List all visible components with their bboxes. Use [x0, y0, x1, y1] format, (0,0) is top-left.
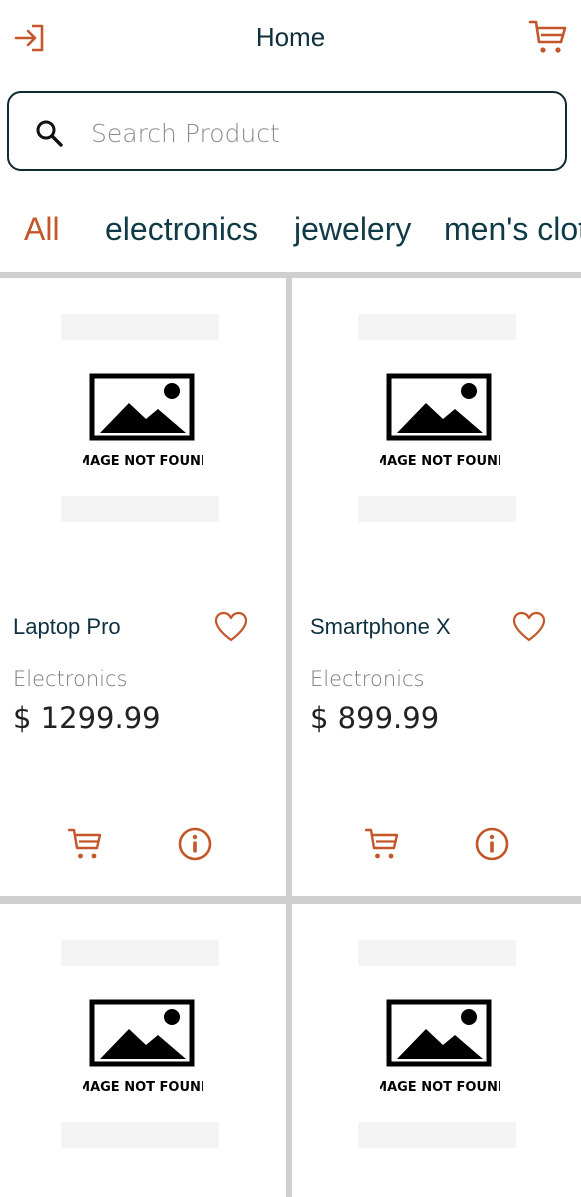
product-card[interactable]: IMAGE NOT FOUND: [292, 904, 581, 1197]
image-placeholder-bar: [358, 314, 516, 340]
tab-jewelery[interactable]: jewelery: [294, 211, 411, 248]
tab-all[interactable]: All: [24, 211, 60, 248]
heart-icon[interactable]: [214, 611, 248, 643]
tab-mens-clothing[interactable]: men's clothing: [444, 211, 581, 248]
category-tabs: All electronics jewelery men's clothing: [0, 205, 581, 261]
search-input[interactable]: [89, 111, 533, 155]
image-placeholder-bar: [61, 1122, 219, 1148]
image-not-found-label: IMAGE NOT FOUND: [380, 454, 500, 469]
add-to-cart-icon[interactable]: [67, 826, 103, 862]
image-not-found-icon: IMAGE NOT FOUND: [83, 373, 203, 469]
info-icon[interactable]: [177, 826, 213, 862]
tab-electronics[interactable]: electronics: [105, 211, 258, 248]
product-price: $ 899.99: [310, 701, 440, 735]
image-placeholder-bar: [61, 496, 219, 522]
image-placeholder-bar: [358, 1122, 516, 1148]
product-category: Electronics: [13, 667, 128, 691]
product-card[interactable]: IMAGE NOT FOUND Laptop Pro Electronics $…: [0, 278, 286, 896]
image-placeholder-bar: [61, 314, 219, 340]
product-name: Laptop Pro: [13, 614, 121, 639]
image-placeholder-bar: [61, 940, 219, 966]
image-placeholder-bar: [358, 496, 516, 522]
product-grid: IMAGE NOT FOUND Laptop Pro Electronics $…: [0, 272, 581, 1197]
search-icon: [36, 120, 63, 147]
product-name: Smartphone X: [310, 614, 451, 639]
image-not-found-icon: IMAGE NOT FOUND: [380, 999, 500, 1095]
heart-icon[interactable]: [512, 611, 546, 643]
cart-button[interactable]: [528, 18, 568, 56]
product-category: Electronics: [310, 667, 425, 691]
product-card[interactable]: IMAGE NOT FOUND Smartphone X Electronics…: [292, 278, 581, 896]
image-not-found-label: IMAGE NOT FOUND: [83, 454, 203, 469]
add-to-cart-icon[interactable]: [364, 826, 400, 862]
image-not-found-icon: IMAGE NOT FOUND: [380, 373, 500, 469]
product-card[interactable]: IMAGE NOT FOUND: [0, 904, 286, 1197]
info-icon[interactable]: [474, 826, 510, 862]
search-bar: [7, 91, 567, 171]
image-not-found-label: IMAGE NOT FOUND: [380, 1080, 500, 1095]
image-placeholder-bar: [358, 940, 516, 966]
image-not-found-label: IMAGE NOT FOUND: [83, 1080, 203, 1095]
product-price: $ 1299.99: [13, 701, 161, 735]
image-not-found-icon: IMAGE NOT FOUND: [83, 999, 203, 1095]
app-header: Home: [0, 0, 581, 76]
cart-icon: [528, 20, 567, 53]
page-title: Home: [255, 22, 326, 52]
